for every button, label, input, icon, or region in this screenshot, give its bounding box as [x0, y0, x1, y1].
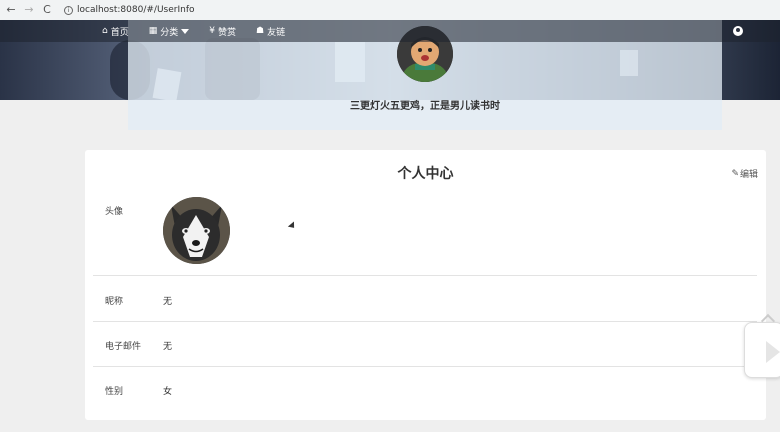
reload-icon[interactable]: C — [40, 0, 54, 20]
edit-icon: ✎ — [731, 168, 739, 179]
gender-value: 女 — [163, 387, 173, 397]
back-icon[interactable]: ← — [4, 0, 18, 20]
browser-toolbar: ← → C i localhost:8080/#/UserInfo — [0, 0, 780, 20]
divider — [93, 275, 757, 276]
gender-label: 性别 — [105, 387, 124, 397]
email-label: 电子邮件 — [105, 342, 142, 352]
page-title: 个人中心 — [397, 166, 454, 182]
top-navigation: ⌂ 首页 ▦ 分类 ¥ 赞赏 ☗ 友链 — [0, 20, 780, 42]
nav-item-label: 友链 — [267, 27, 286, 38]
nav-item-friends[interactable]: ☗ 友链 — [256, 25, 285, 38]
edit-label: 编辑 — [739, 170, 758, 180]
user-icon[interactable] — [733, 26, 743, 36]
nav-item-label: 分类 — [160, 27, 179, 38]
forward-icon[interactable]: → — [22, 0, 36, 20]
floating-video-widget[interactable] — [744, 313, 780, 378]
divider — [93, 366, 757, 367]
nickname-label: 昵称 — [105, 297, 124, 307]
friends-icon: ☗ — [256, 26, 265, 36]
play-icon[interactable] — [766, 341, 780, 363]
nav-item-label: 赞赏 — [218, 27, 237, 38]
info-icon[interactable]: i — [64, 5, 73, 15]
caret-down-icon — [181, 28, 190, 34]
nav-item-label: 首页 — [110, 27, 129, 38]
site-motto: 三更灯火五更鸡，正是男儿读书时 — [350, 101, 500, 112]
nav-item-home[interactable]: ⌂ 首页 — [102, 25, 129, 38]
address-bar[interactable]: i localhost:8080/#/UserInfo — [64, 5, 195, 15]
nav-item-reward[interactable]: ¥ 赞赏 — [209, 25, 236, 38]
yen-icon: ¥ — [209, 26, 215, 36]
edit-button[interactable]: ✎ 编辑 — [731, 167, 758, 181]
home-icon: ⌂ — [102, 26, 108, 36]
avatar-label: 头像 — [105, 207, 124, 217]
url-text[interactable]: localhost:8080/#/UserInfo — [77, 5, 195, 15]
divider — [93, 321, 757, 322]
category-icon: ▦ — [148, 26, 158, 36]
email-value: 无 — [163, 342, 173, 352]
profile-card: 个人中心 ✎ 编辑 头像 昵称 无 电子邮件 无 性别 女 — [85, 150, 766, 420]
user-avatar[interactable] — [163, 197, 230, 264]
nickname-value: 无 — [163, 297, 173, 307]
nav-item-category[interactable]: ▦ 分类 — [149, 25, 190, 38]
